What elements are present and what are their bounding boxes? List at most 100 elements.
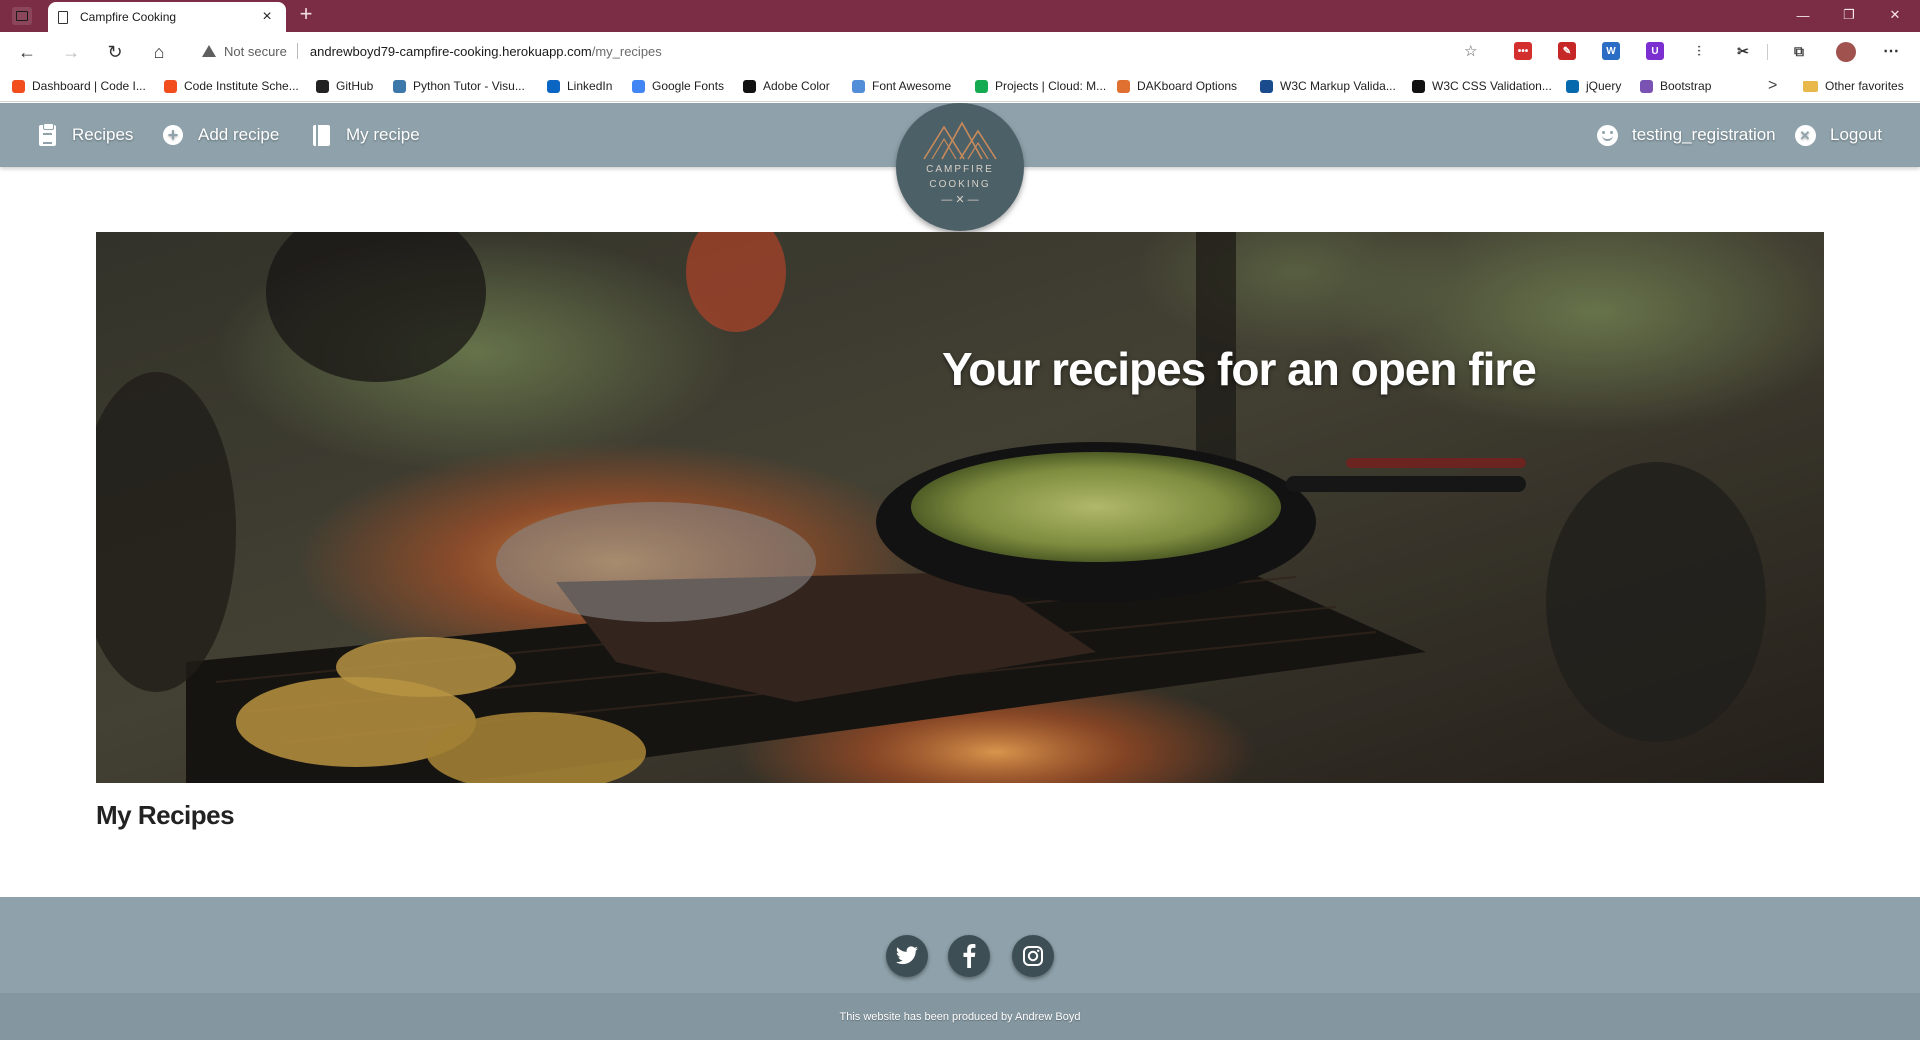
bookmark-label: W3C Markup Valida... [1280,79,1396,93]
bookmark-label: Font Awesome [872,79,952,93]
folder-icon [1803,80,1818,92]
plus-circle-icon: + [162,124,184,146]
bookmark-item[interactable]: DAKboard Options [1117,70,1237,102]
tab-close-icon[interactable]: × [258,8,276,26]
bookmark-favicon-icon [393,79,406,93]
hero-title: Your recipes for an open fire [942,343,1537,395]
logo-text-line1: CAMPFIRE [926,164,994,175]
bookmarks-overflow-icon[interactable]: > [1768,70,1777,102]
bookmark-label: DAKboard Options [1137,79,1238,93]
bookmark-item[interactable]: Projects | Cloud: M... [975,70,1106,102]
facebook-icon [963,944,976,968]
nav-my-recipe-label: My recipe [346,125,420,144]
bookmark-favicon-icon [1412,79,1425,93]
reload-button[interactable]: ↻ [100,37,130,67]
minimize-button[interactable]: — [1780,0,1826,30]
page-icon [58,10,68,24]
security-label[interactable]: Not secure [224,44,287,59]
profile-avatar[interactable] [1836,42,1856,62]
site-logo[interactable]: CAMPFIRE COOKING — ✕ — [896,103,1024,231]
page-content: Recipes + Add recipe My recipe testing_r… [0,103,1920,1040]
url-host: andrewboyd79-campfire-cooking.herokuapp.… [309,43,592,59]
clipboard-icon [36,122,58,146]
instagram-link[interactable] [1012,935,1054,977]
url-path: /my_recipes [591,43,662,59]
tab-actions-icon[interactable] [12,7,32,25]
back-button[interactable]: ← [12,37,42,67]
bookmark-favicon-icon [852,79,865,93]
bookmark-favicon-icon [316,79,329,93]
bookmark-item[interactable]: Adobe Color [743,70,830,102]
bookmarks-bar: Dashboard | Code I... Code Institute Sche… [0,70,1920,102]
nav-logout-label: Logout [1830,125,1882,144]
user-smile-icon [1596,124,1618,146]
bookmark-item[interactable]: LinkedIn [547,70,612,102]
site-footer: This website has been produced by Andrew… [0,897,1920,1040]
close-circle-icon: ✕ [1794,124,1816,146]
mountain-logo-icon [923,121,997,160]
bookmark-item[interactable]: GitHub [316,70,373,102]
bookmark-item[interactable]: Code Institute Sche... [164,70,299,102]
bookmark-label: Projects | Cloud: M... [995,79,1107,93]
nav-user-profile[interactable]: testing_registration [1596,103,1776,167]
hero-image: Your recipes for an open fire [96,232,1824,783]
forward-button[interactable]: → [56,37,86,67]
bookmark-item[interactable]: Dashboard | Code I... [12,70,146,102]
nav-logout[interactable]: ✕ Logout [1794,103,1882,167]
facebook-link[interactable] [948,935,990,977]
new-tab-button[interactable]: + [294,3,318,27]
bookmark-item[interactable]: Font Awesome [852,70,951,102]
extension-icon[interactable]: ••• [1514,42,1532,60]
extension-icon[interactable]: U [1646,42,1664,60]
bookmark-label: W3C CSS Validation... [1432,79,1552,93]
add-favorite-icon[interactable]: ☆ [1464,42,1477,60]
extension-icon[interactable]: ✎ [1558,42,1576,60]
browser-tab[interactable]: Campfire Cooking × [48,2,286,32]
bookmark-label: Dashboard | Code I... [32,79,146,93]
bookmark-favicon-icon [12,79,25,93]
bookmark-label: Bootstrap [1660,79,1712,93]
nav-my-recipe[interactable]: My recipe [310,103,420,167]
book-icon [310,124,332,146]
footer-credit-bar: This website has been produced by Andrew… [0,993,1920,1040]
extension-icon[interactable]: ⧉ [1790,42,1808,60]
bookmark-label: Adobe Color [763,79,830,93]
bookmark-favicon-icon [632,79,645,93]
bookmark-item[interactable]: W3C Markup Valida... [1260,70,1396,102]
bookmark-label: jQuery [1586,79,1622,93]
other-favorites[interactable]: Other favorites [1803,70,1904,102]
nav-recipes-label: Recipes [72,125,134,144]
twitter-link[interactable] [886,935,928,977]
nav-username-label: testing_registration [1632,125,1776,144]
bookmark-label: Code Institute Sche... [184,79,299,93]
nav-add-recipe[interactable]: + Add recipe [162,103,279,167]
twitter-icon [896,946,918,965]
nav-recipes[interactable]: Recipes [36,103,133,167]
bookmark-label: GitHub [336,79,374,93]
bookmark-label: Google Fonts [652,79,725,93]
home-button[interactable]: ⌂ [144,37,174,67]
extension-icon[interactable]: ⫶ [1690,42,1708,60]
instagram-icon [1023,946,1043,966]
bookmark-favicon-icon [1566,79,1579,93]
bookmark-item[interactable]: Google Fonts [632,70,724,102]
bookmark-favicon-icon [1117,79,1130,93]
bookmark-item[interactable]: W3C CSS Validation... [1412,70,1552,102]
address-bar[interactable]: Not secure andrewboyd79-campfire-cooking… [188,36,1498,66]
bookmark-item[interactable]: jQuery [1566,70,1621,102]
more-menu-icon[interactable]: ⋯ [1882,42,1900,60]
footer-credit: This website has been produced by Andrew… [839,1010,1081,1023]
restore-button[interactable]: ❐ [1826,0,1872,30]
bookmark-label: LinkedIn [567,79,613,93]
close-window-button[interactable]: ✕ [1872,0,1918,30]
bookmark-item[interactable]: Python Tutor - Visu... [393,70,525,102]
other-favorites-label: Other favorites [1825,79,1904,93]
browser-titlebar: Campfire Cooking × + — ❐ ✕ [0,0,1920,32]
bookmark-favicon-icon [743,79,756,93]
bookmark-favicon-icon [1640,79,1653,93]
bookmark-item[interactable]: Bootstrap [1640,70,1711,102]
extension-icon[interactable]: W [1602,42,1620,60]
my-recipes-heading: My Recipes [96,800,235,830]
extension-icon[interactable]: ✂ [1734,42,1752,60]
bookmark-label: Python Tutor - Visu... [413,79,525,93]
